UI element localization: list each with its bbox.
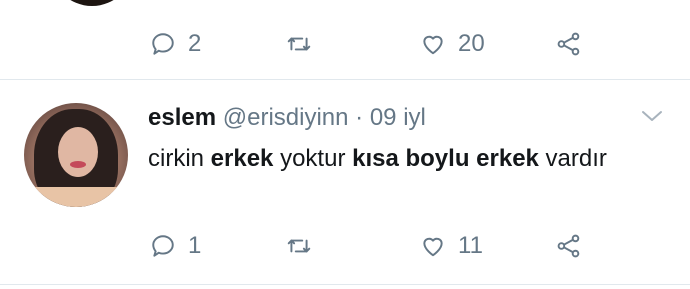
- like-button[interactable]: 11: [420, 233, 483, 259]
- tweet-text-part: cirkin: [148, 145, 211, 172]
- chevron-down-icon[interactable]: [640, 108, 664, 124]
- header-separator: ·: [355, 104, 364, 131]
- like-button[interactable]: 20: [420, 31, 485, 57]
- reply-button[interactable]: 1: [150, 233, 201, 259]
- reply-button[interactable]: 2: [150, 31, 201, 57]
- tweet-text-bold: kısa boylu erkek: [352, 145, 539, 172]
- reply-icon: [152, 235, 174, 257]
- retweet-button[interactable]: [286, 233, 324, 259]
- like-count: 11: [458, 232, 483, 259]
- like-icon: [423, 35, 443, 55]
- tweet-timestamp[interactable]: 09 iyl: [370, 104, 426, 131]
- retweet-icon: [287, 37, 311, 51]
- tweet-header: eslem @erisdiyinn · 09 iyl: [148, 104, 426, 132]
- tweet-text-part: yoktur: [273, 145, 353, 172]
- share-icon: [557, 234, 580, 258]
- tweet-text: cirkin erkek yoktur kısa boylu erkek var…: [148, 142, 618, 176]
- tweet-divider: [0, 79, 690, 80]
- tweet-text-part: vardır: [538, 145, 607, 172]
- like-icon: [423, 237, 443, 257]
- retweet-icon: [287, 239, 311, 253]
- reply-count: 2: [188, 30, 202, 57]
- previous-tweet-actions: 2 20: [148, 29, 598, 59]
- like-count: 20: [458, 30, 485, 57]
- tweet-divider: [0, 284, 690, 285]
- previous-tweet-avatar[interactable]: [50, 0, 134, 6]
- share-button[interactable]: [556, 233, 582, 259]
- author-name[interactable]: eslem: [148, 104, 216, 131]
- author-handle[interactable]: @erisdiyinn: [223, 104, 349, 131]
- avatar[interactable]: [24, 103, 128, 207]
- reply-icon: [152, 33, 174, 55]
- reply-count: 1: [188, 232, 202, 259]
- retweet-button[interactable]: [286, 31, 324, 57]
- tweet-text-bold: erkek: [210, 145, 274, 172]
- share-button[interactable]: [556, 31, 582, 57]
- tweet-actions: 1 11: [148, 231, 598, 261]
- share-icon: [557, 32, 580, 56]
